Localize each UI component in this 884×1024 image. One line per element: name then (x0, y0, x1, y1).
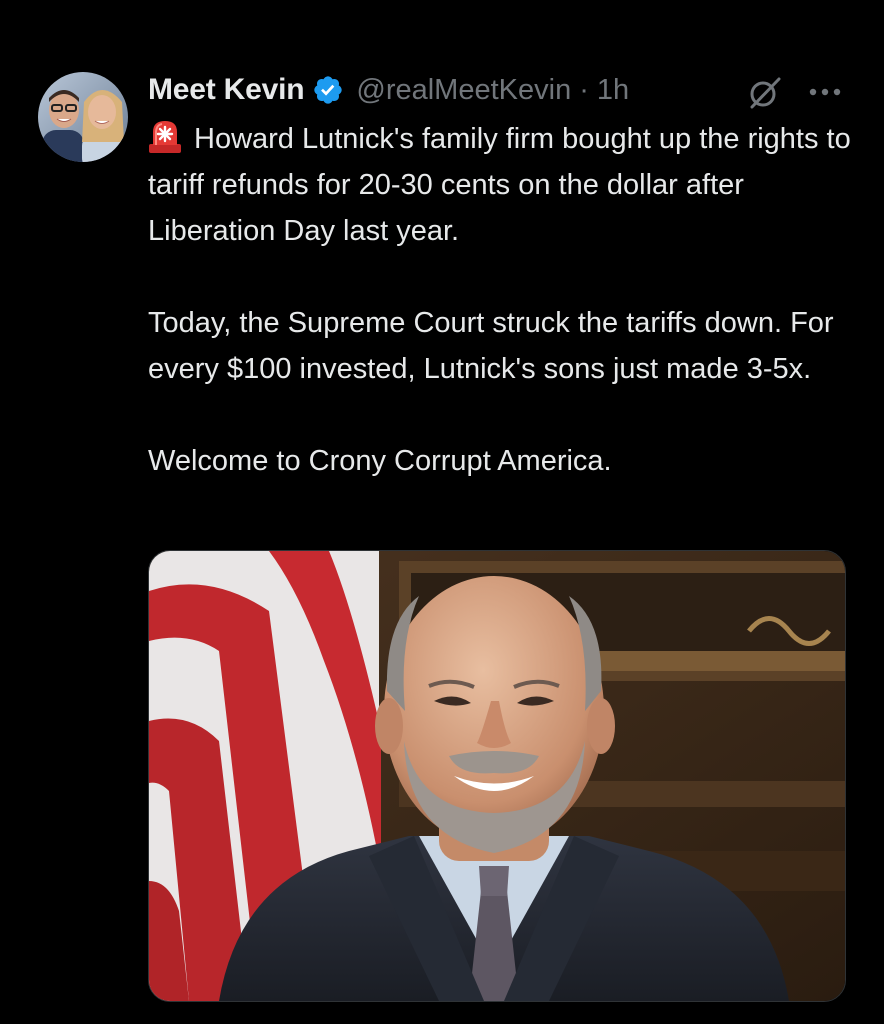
tweet-paragraph-1: Howard Lutnick's family firm bought up t… (148, 116, 858, 254)
rotating-light-emoji (149, 121, 181, 153)
tweet-text-line-1: Howard Lutnick's family firm bought up t… (148, 123, 851, 247)
timestamp[interactable]: 1h (597, 74, 629, 107)
tweet[interactable]: Meet Kevin @realMeetKevin · 1h Howard Lu… (0, 0, 884, 1024)
tweet-text: Howard Lutnick's family firm bought up t… (148, 116, 858, 484)
avatar-image (38, 72, 128, 162)
separator-dot: · (579, 73, 589, 106)
tweet-header: Meet Kevin @realMeetKevin · 1h (148, 68, 848, 112)
verified-badge-icon[interactable] (312, 74, 344, 106)
portrait-photo (149, 551, 845, 1001)
more-options-icon[interactable] (803, 78, 847, 106)
grok-icon[interactable] (748, 76, 782, 110)
tweet-photo[interactable] (148, 550, 846, 1002)
author-display-name[interactable]: Meet Kevin (148, 73, 305, 107)
avatar[interactable] (38, 72, 128, 162)
tweet-paragraph-2: Today, the Supreme Court struck the tari… (148, 307, 834, 385)
tweet-paragraph-3: Welcome to Crony Corrupt America. (148, 445, 612, 477)
author-handle[interactable]: @realMeetKevin (356, 74, 571, 107)
